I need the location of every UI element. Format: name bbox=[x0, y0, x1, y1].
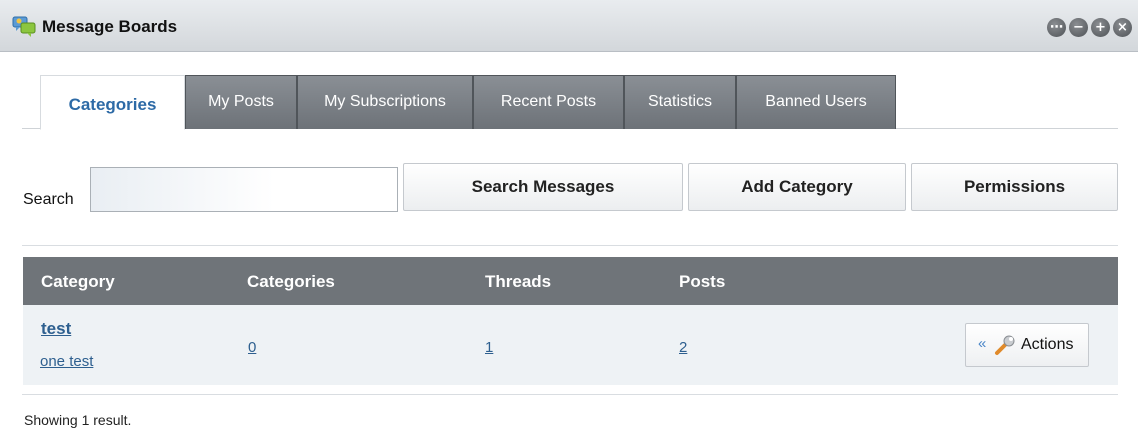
result-count: Showing 1 result. bbox=[24, 412, 132, 428]
table-header: Category Categories Threads Posts bbox=[23, 257, 1118, 305]
search-label: Search bbox=[23, 191, 74, 208]
options-icon[interactable]: ⋯ bbox=[1047, 18, 1066, 37]
window-controls: ⋯ − + × bbox=[1047, 18, 1132, 37]
column-header-threads: Threads bbox=[485, 272, 552, 291]
divider bbox=[22, 245, 1118, 246]
category-name-link[interactable]: test bbox=[41, 319, 71, 339]
minimize-icon[interactable]: − bbox=[1069, 18, 1088, 37]
tab-banned-users[interactable]: Banned Users bbox=[736, 75, 896, 129]
portlet-title: Message Boards bbox=[42, 17, 178, 36]
column-header-categories: Categories bbox=[247, 272, 335, 291]
column-header-category: Category bbox=[41, 272, 115, 291]
divider bbox=[22, 394, 1118, 395]
tab-recent-posts[interactable]: Recent Posts bbox=[473, 75, 624, 129]
tab-categories[interactable]: Categories bbox=[40, 75, 185, 130]
threads-count-link[interactable]: 1 bbox=[485, 339, 493, 356]
permissions-button[interactable]: Permissions bbox=[911, 163, 1118, 211]
posts-count-link[interactable]: 2 bbox=[679, 339, 687, 356]
column-header-posts: Posts bbox=[679, 272, 726, 291]
search-input[interactable] bbox=[90, 167, 398, 212]
tab-my-posts[interactable]: My Posts bbox=[185, 75, 297, 129]
category-description-link[interactable]: one test bbox=[40, 353, 93, 370]
close-icon[interactable]: × bbox=[1113, 18, 1132, 37]
categories-count-link[interactable]: 0 bbox=[248, 339, 256, 356]
add-category-button[interactable]: Add Category bbox=[688, 163, 906, 211]
table-row: test one test 0 1 2 « Actions bbox=[23, 305, 1118, 385]
maximize-icon[interactable]: + bbox=[1091, 18, 1110, 37]
actions-label: Actions bbox=[1021, 336, 1074, 353]
message-boards-icon bbox=[12, 16, 36, 37]
tab-statistics[interactable]: Statistics bbox=[624, 75, 736, 129]
search-messages-button[interactable]: Search Messages bbox=[403, 163, 683, 211]
tab-my-subscriptions[interactable]: My Subscriptions bbox=[297, 75, 473, 129]
chevron-left-icon: « bbox=[978, 335, 987, 352]
portlet-titlebar: Message Boards ⋯ − + × bbox=[0, 0, 1138, 52]
wrench-icon bbox=[995, 335, 1015, 355]
actions-button[interactable]: « Actions bbox=[965, 323, 1089, 367]
